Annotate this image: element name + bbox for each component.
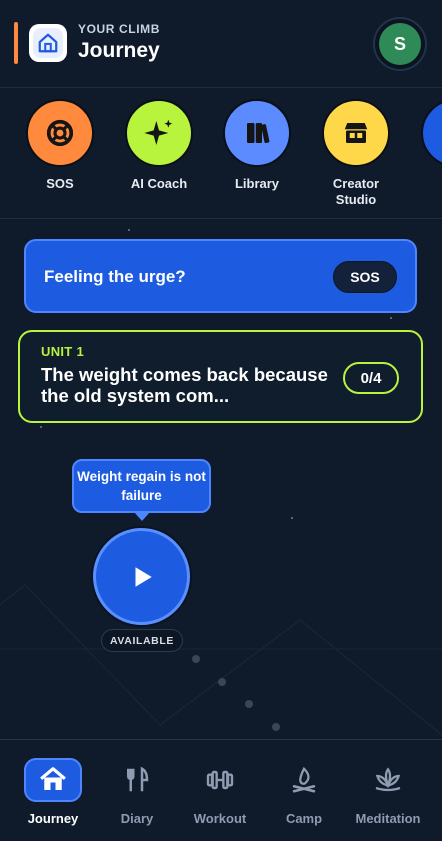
path-dot — [245, 700, 253, 708]
star-dot — [40, 426, 42, 428]
path-dot — [218, 678, 226, 686]
quick-action-label: Co — [410, 176, 442, 192]
path-dot — [192, 655, 200, 663]
nav-item-workout[interactable]: Workout — [176, 740, 264, 841]
nav-item-diary[interactable]: Diary — [93, 740, 181, 841]
nav-item-meditation[interactable]: Meditation — [344, 740, 432, 841]
background-mountain — [0, 584, 442, 736]
nav-item-camp[interactable]: Camp — [260, 740, 348, 841]
nav-label: Workout — [193, 811, 247, 826]
quick-action-label: SOS — [46, 176, 74, 191]
quick-action-library[interactable]: Library — [212, 99, 302, 192]
urge-banner[interactable]: Feeling the urge? SOS — [24, 239, 417, 313]
unit-progress-badge: 0/4 — [343, 362, 399, 394]
play-icon — [135, 566, 152, 587]
lesson-tooltip: Weight regain is not failure — [72, 459, 211, 513]
home-icon — [24, 758, 82, 802]
lifebuoy-icon — [26, 99, 94, 167]
books-icon — [223, 99, 291, 167]
nav-item-journey[interactable]: Journey — [9, 740, 97, 841]
header-accent-bar — [14, 22, 18, 64]
dumbbell-icon — [191, 758, 249, 802]
quick-action-label: Creator Studio — [332, 176, 380, 207]
quick-action-label: AI Coach — [130, 176, 188, 191]
partial-icon — [421, 99, 442, 167]
page-title: Journey — [78, 39, 160, 62]
nav-label: Diary — [120, 811, 154, 826]
sparkle-icon — [125, 99, 193, 167]
nav-label: Journey — [27, 811, 79, 826]
quick-action-creator-studio[interactable]: Creator Studio — [311, 99, 401, 208]
star-dot — [390, 317, 392, 319]
avatar: S — [379, 23, 421, 65]
header-subtitle: YOUR CLIMB — [78, 22, 160, 36]
nav-label: Camp — [285, 811, 323, 826]
urge-banner-text: Feeling the urge? — [44, 267, 186, 286]
app-header: YOUR CLIMB Journey S — [0, 0, 442, 88]
unit-title: The weight comes back because the old sy… — [41, 364, 328, 406]
house-icon — [33, 28, 63, 58]
status-badge: AVAILABLE — [101, 629, 183, 652]
home-badge — [29, 24, 67, 62]
quick-action-ai-coach[interactable]: AI Coach — [114, 99, 204, 192]
fork-knife-icon — [108, 758, 166, 802]
quick-action-partial[interactable]: Co — [410, 99, 442, 192]
star-dot — [291, 517, 293, 519]
path-dot — [272, 723, 280, 731]
lesson-play-button[interactable] — [93, 528, 190, 625]
unit-label: UNIT 1 — [41, 344, 84, 359]
sos-button[interactable]: SOS — [333, 261, 397, 293]
storefront-icon — [322, 99, 390, 167]
quick-action-sos[interactable]: SOS — [15, 99, 105, 192]
quick-actions-row[interactable]: SOS AI Coach Library Creator Studio — [0, 89, 442, 219]
quick-action-label: Library — [234, 176, 280, 191]
star-dot — [128, 229, 130, 231]
bottom-nav: Journey Diary Workout Camp Meditation — [0, 739, 442, 841]
unit-card[interactable]: UNIT 1 The weight comes back because the… — [18, 330, 423, 423]
lotus-icon — [359, 758, 417, 802]
tooltip-arrow — [134, 512, 150, 521]
profile-button[interactable]: S — [373, 17, 427, 71]
nav-label: Meditation — [355, 811, 421, 826]
campfire-icon — [275, 758, 333, 802]
